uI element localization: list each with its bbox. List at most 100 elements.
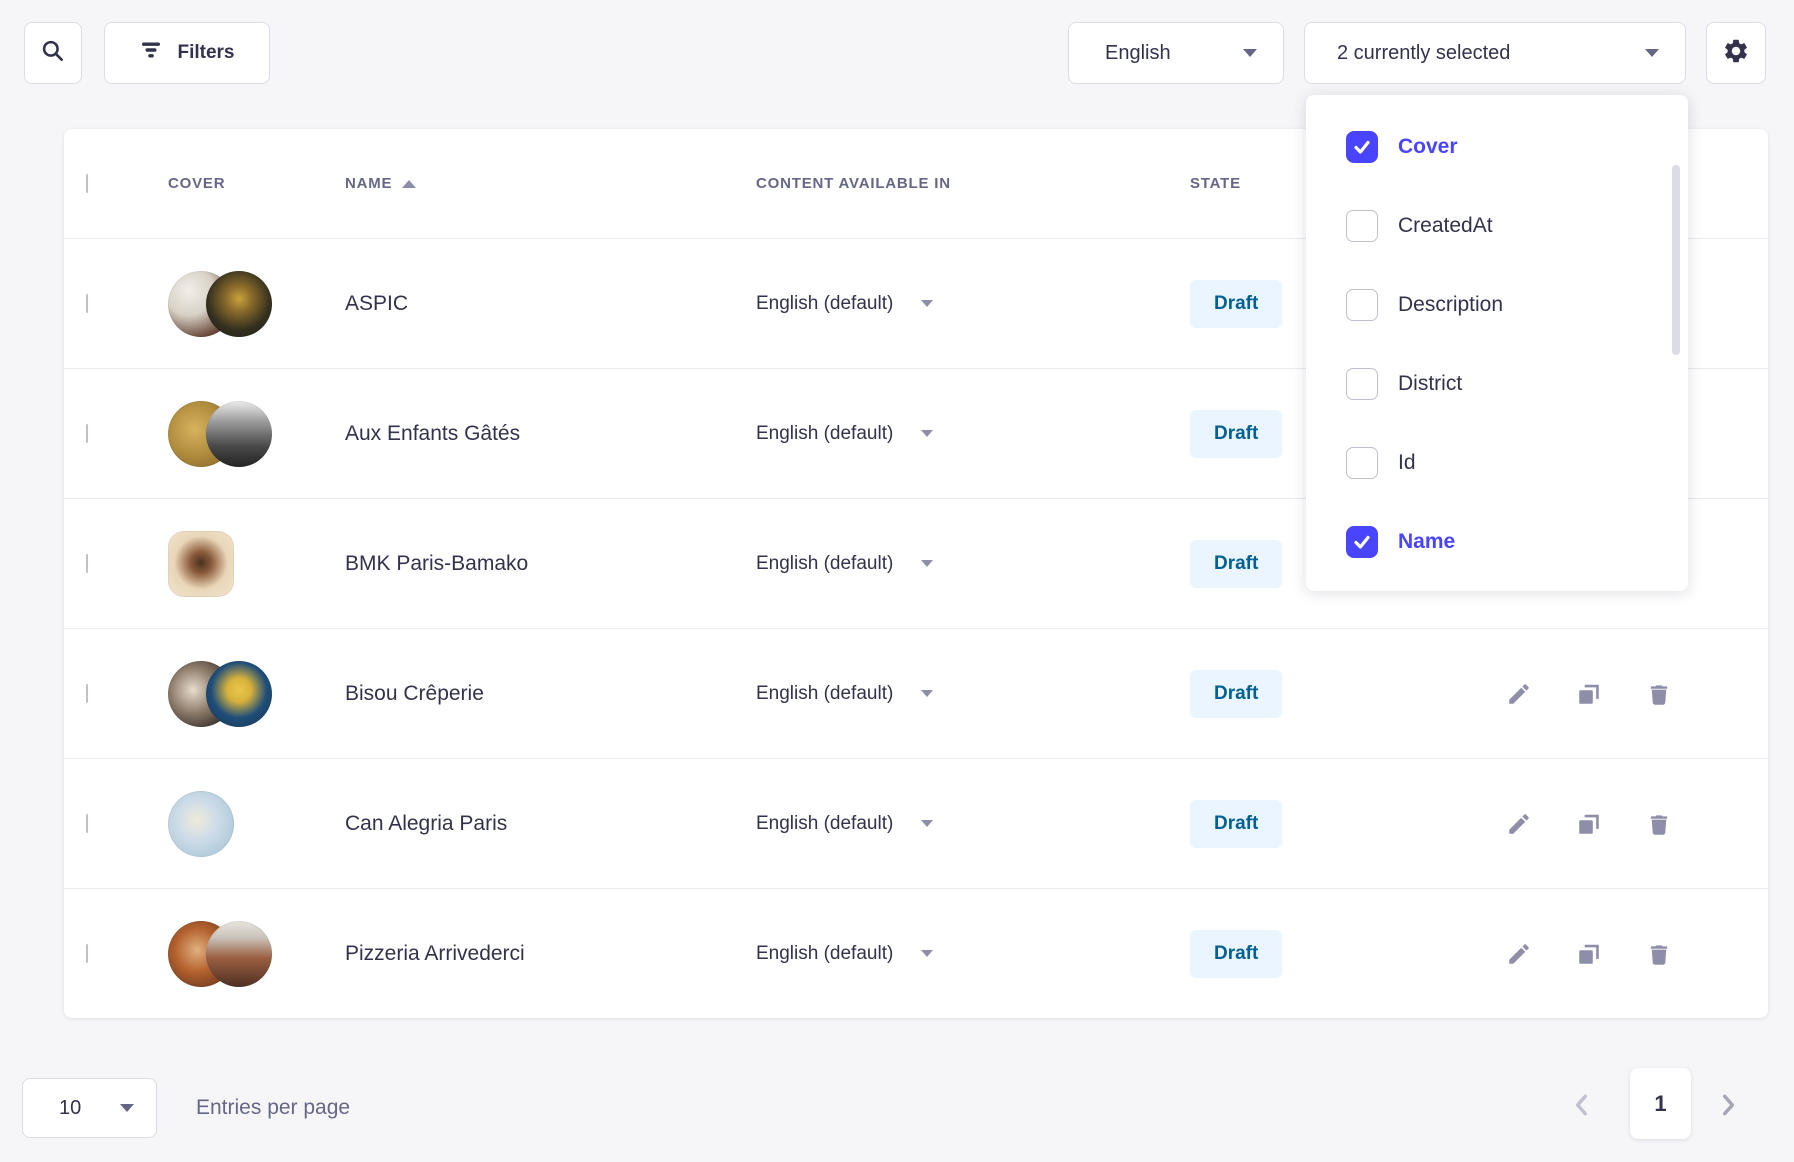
column-option-name[interactable]: Name [1306,514,1688,570]
column-option-checkbox[interactable] [1346,368,1378,400]
checkmark-icon [1352,137,1372,157]
locale-dropdown[interactable]: English (default) [756,423,1190,445]
column-option-label: CreatedAt [1398,214,1493,238]
locale-dropdown[interactable]: English (default) [756,943,1190,965]
column-option-description[interactable]: Description [1306,277,1688,333]
delete-button[interactable] [1646,811,1672,837]
chevron-down-icon [120,1104,134,1112]
entry-name: BMK Paris-Bamako [345,552,528,575]
column-settings-dropdown: Cover CreatedAt Description District [1306,95,1688,591]
chevron-down-icon [921,300,933,307]
search-button[interactable] [24,22,82,84]
locale-dropdown[interactable]: English (default) [756,553,1190,575]
entry-name: Aux Enfants Gâtés [345,422,520,445]
duplicate-button[interactable] [1576,681,1602,707]
column-option-checkbox[interactable] [1346,447,1378,479]
row-checkbox[interactable] [86,944,88,963]
locale-dropdown-value: English (default) [756,943,893,965]
columns-select[interactable]: 2 currently selected [1304,22,1686,84]
page-1-button[interactable]: 1 [1630,1068,1691,1139]
column-header-name[interactable]: NAME [345,175,756,192]
row-checkbox[interactable] [86,294,88,313]
dropdown-scrollbar[interactable] [1672,165,1680,355]
locale-select-value: English [1105,42,1171,65]
column-option-label: Cover [1398,135,1458,159]
filters-button[interactable]: Filters [104,22,270,84]
duplicate-button[interactable] [1576,811,1602,837]
gear-icon [1722,37,1750,70]
row-checkbox[interactable] [86,684,88,703]
page-size-value: 10 [59,1097,81,1120]
locale-dropdown-value: English (default) [756,423,893,445]
locale-dropdown-value: English (default) [756,683,893,705]
row-checkbox[interactable] [86,554,88,573]
locale-dropdown[interactable]: English (default) [756,813,1190,835]
cover-cell [168,791,345,857]
chevron-down-icon [921,560,933,567]
locale-dropdown-value: English (default) [756,813,893,835]
cover-cell [168,661,345,727]
cover-image [168,531,234,597]
locale-dropdown[interactable]: English (default) [756,683,1190,705]
previous-page-button[interactable] [1572,1092,1592,1123]
cover-cell [168,271,345,337]
cover-cell [168,531,345,597]
row-checkbox[interactable] [86,814,88,833]
chevron-left-icon [1572,1092,1592,1118]
column-option-id[interactable]: Id [1306,435,1688,491]
column-header-content-available-in[interactable]: CONTENT AVAILABLE IN [756,175,1190,192]
entries-per-page-label: Entries per page [196,1078,350,1138]
sort-ascending-icon [402,180,416,188]
entry-name: ASPIC [345,292,408,315]
locale-dropdown-value: English (default) [756,293,893,315]
chevron-down-icon [921,430,933,437]
duplicate-button[interactable] [1576,941,1602,967]
state-badge: Draft [1190,670,1282,718]
column-option-label: Description [1398,293,1503,317]
delete-button[interactable] [1646,941,1672,967]
chevron-down-icon [1645,49,1659,57]
chevron-down-icon [921,820,933,827]
edit-button[interactable] [1506,941,1532,967]
filter-funnel-icon [139,38,163,68]
column-option-checkbox[interactable] [1346,526,1378,558]
column-option-label: District [1398,372,1462,396]
locale-dropdown-value: English (default) [756,553,893,575]
cover-cell [168,401,345,467]
locale-select[interactable]: English [1068,22,1284,84]
state-badge: Draft [1190,930,1282,978]
column-option-createdat[interactable]: CreatedAt [1306,198,1688,254]
cover-image [206,661,272,727]
magnifier-icon [40,38,66,69]
row-checkbox[interactable] [86,424,88,443]
column-option-checkbox[interactable] [1346,131,1378,163]
column-option-checkbox[interactable] [1346,289,1378,321]
column-option-district[interactable]: District [1306,356,1688,412]
select-all-checkbox[interactable] [86,174,88,193]
columns-select-value: 2 currently selected [1337,42,1510,65]
page-size-select[interactable]: 10 [22,1078,157,1138]
cover-image [206,401,272,467]
chevron-right-icon [1718,1092,1738,1118]
filters-button-label: Filters [177,42,234,64]
state-badge: Draft [1190,410,1282,458]
cover-image [206,921,272,987]
table-row: Pizzeria Arrivederci English (default) D… [64,888,1768,1018]
column-header-cover[interactable]: COVER [168,175,345,192]
entry-name: Can Alegria Paris [345,812,507,835]
settings-button[interactable] [1706,22,1766,84]
checkmark-icon [1352,532,1372,552]
state-badge: Draft [1190,800,1282,848]
column-option-cover[interactable]: Cover [1306,119,1688,175]
column-option-label: Name [1398,530,1455,554]
chevron-down-icon [921,690,933,697]
delete-button[interactable] [1646,681,1672,707]
next-page-button[interactable] [1718,1092,1738,1123]
edit-button[interactable] [1506,681,1532,707]
column-option-checkbox[interactable] [1346,210,1378,242]
table-row: Bisou Crêperie English (default) Draft [64,628,1768,758]
state-badge: Draft [1190,280,1282,328]
edit-button[interactable] [1506,811,1532,837]
cover-cell [168,921,345,987]
locale-dropdown[interactable]: English (default) [756,293,1190,315]
